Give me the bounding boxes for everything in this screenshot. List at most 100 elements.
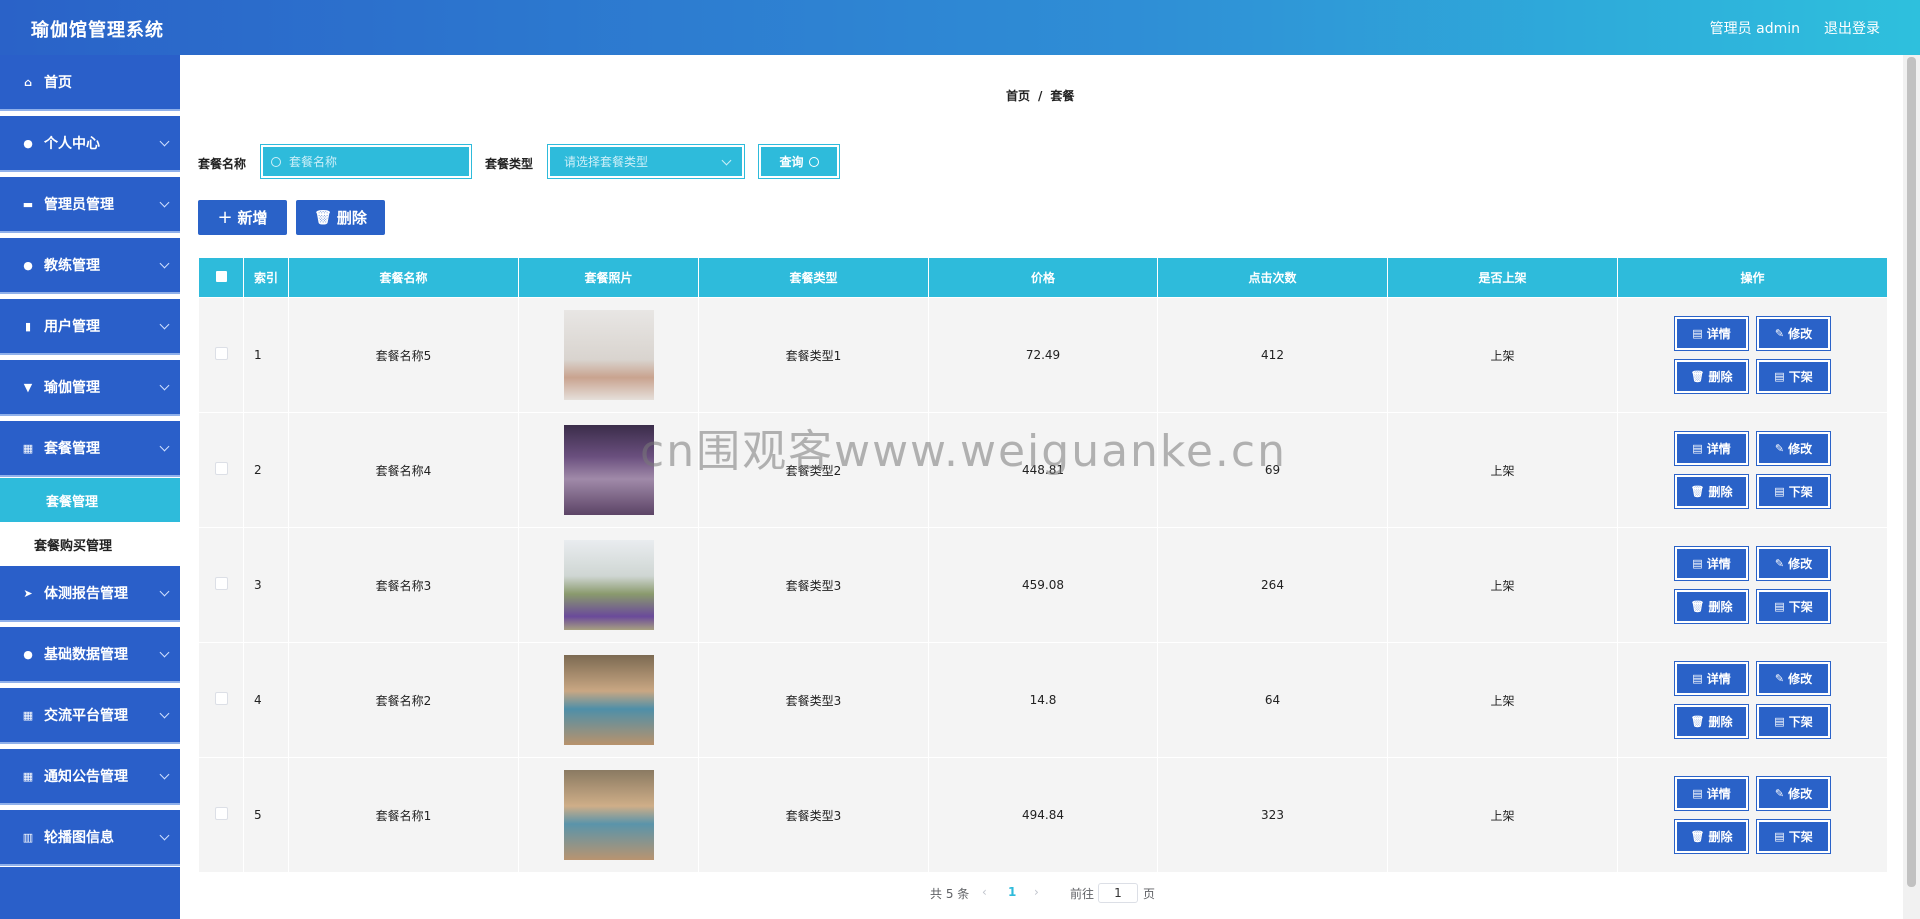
sidebar-item-admins[interactable]: ▬ 管理员管理: [0, 177, 180, 233]
offshelf-button[interactable]: ▤ 下架: [1756, 359, 1831, 394]
document-icon: ▤: [1774, 830, 1785, 843]
offshelf-label: 下架: [1788, 485, 1813, 499]
sidebar-item-carousel[interactable]: ▥ 轮播图信息: [0, 810, 180, 866]
edit-label: 修改: [1788, 787, 1813, 801]
current-user: 管理员 admin: [1709, 21, 1800, 37]
current-page[interactable]: 1: [1008, 885, 1016, 899]
row-checkbox[interactable]: [214, 577, 228, 590]
column-header: 操作: [1617, 257, 1888, 298]
select-all-checkbox[interactable]: [215, 270, 227, 282]
sidebar-item-label: 瑜伽管理: [44, 380, 100, 396]
grid-icon: ▦: [22, 708, 34, 722]
batch-delete-button[interactable]: 🗑 删除: [296, 200, 385, 235]
delete-button[interactable]: 🗑 删除: [1674, 704, 1749, 739]
document-icon: ▤: [1692, 327, 1703, 340]
submenu-package-purchase[interactable]: 套餐购买管理: [0, 522, 180, 566]
submenu-package-manage[interactable]: 套餐管理: [0, 478, 180, 522]
detail-button[interactable]: ▤ 详情: [1674, 546, 1749, 581]
scrollbar-thumb[interactable]: [1907, 57, 1916, 887]
breadcrumb-current: 套餐: [1050, 89, 1075, 103]
query-button[interactable]: 查询: [758, 144, 840, 179]
row-price: 459.08: [928, 527, 1158, 643]
pencil-icon: ✎: [1774, 442, 1785, 455]
next-page-icon[interactable]: ›: [1034, 885, 1039, 899]
row-checkbox-cell[interactable]: [198, 297, 244, 413]
delete-button[interactable]: 🗑 删除: [1674, 819, 1749, 854]
plus-icon: +: [217, 207, 233, 228]
logout-link[interactable]: 退出登录: [1824, 18, 1880, 38]
package-type-select[interactable]: 请选择套餐类型: [547, 144, 745, 179]
row-checkbox[interactable]: [214, 462, 228, 475]
chevron-down-icon: [159, 769, 170, 780]
sidebar-item-basedata[interactable]: ● 基础数据管理: [0, 627, 180, 683]
package-name-input[interactable]: 套餐名称: [260, 144, 472, 179]
row-checkbox-cell[interactable]: [198, 757, 244, 873]
sidebar-item-coaches[interactable]: ● 教练管理: [0, 238, 180, 294]
edit-button[interactable]: ✎ 修改: [1756, 431, 1831, 466]
breadcrumb-home[interactable]: 首页: [1006, 89, 1030, 103]
offshelf-label: 下架: [1788, 715, 1813, 729]
detail-label: 详情: [1706, 557, 1731, 571]
offshelf-button[interactable]: ▤ 下架: [1756, 704, 1831, 739]
row-price: 14.8: [928, 642, 1158, 758]
sidebar-item-profile[interactable]: ● 个人中心: [0, 116, 180, 172]
sidebar-item-label: 交流平台管理: [44, 708, 128, 724]
detail-button[interactable]: ▤ 详情: [1674, 776, 1749, 811]
package-table: 索引 套餐名称 套餐照片 套餐类型 价格 点击次数 是否上架 操作 1 套餐名称…: [198, 257, 1888, 873]
row-checkbox-cell[interactable]: [198, 412, 244, 528]
trash-icon: 🗑: [1690, 600, 1705, 613]
row-package-name: 套餐名称1: [288, 757, 519, 873]
select-all-checkbox-cell[interactable]: [198, 257, 244, 298]
user-icon: ●: [23, 136, 33, 150]
sidebar-item-packages[interactable]: ▦ 套餐管理: [0, 421, 180, 477]
home-icon: ⌂: [24, 75, 32, 89]
table-row: 1 套餐名称5 套餐类型1 72.49 412 上架 ▤ 详情 ✎ 修改 🗑 删除 ▤…: [198, 297, 1888, 413]
page-jump-input[interactable]: 1: [1098, 883, 1138, 903]
package-type-label: 套餐类型: [485, 157, 534, 171]
edit-label: 修改: [1788, 442, 1813, 456]
row-checkbox[interactable]: [214, 347, 228, 360]
sidebar-item-notices[interactable]: ▦ 通知公告管理: [0, 749, 180, 805]
prev-page-icon[interactable]: ‹: [982, 885, 987, 899]
sidebar-item-reports[interactable]: ➤ 体测报告管理: [0, 566, 180, 622]
sidebar-item-users[interactable]: ▮ 用户管理: [0, 299, 180, 355]
detail-button[interactable]: ▤ 详情: [1674, 661, 1749, 696]
row-index: 3: [243, 527, 289, 643]
edit-button[interactable]: ✎ 修改: [1756, 546, 1831, 581]
search-icon: [808, 156, 819, 167]
delete-button[interactable]: 🗑 删除: [1674, 589, 1749, 624]
add-button[interactable]: + 新增: [198, 200, 287, 235]
offshelf-button[interactable]: ▤ 下架: [1756, 474, 1831, 509]
row-checkbox-cell[interactable]: [198, 527, 244, 643]
sidebar-item-label: 管理员管理: [44, 197, 114, 213]
detail-button[interactable]: ▤ 详情: [1674, 316, 1749, 351]
sidebar-item-home[interactable]: ⌂ 首页: [0, 55, 180, 111]
table-row: 5 套餐名称1 套餐类型3 494.84 323 上架 ▤ 详情 ✎ 修改 🗑 删除 …: [198, 757, 1888, 873]
goto-label: 前往: [1070, 887, 1095, 901]
send-icon: ➤: [23, 586, 33, 600]
edit-button[interactable]: ✎ 修改: [1756, 661, 1831, 696]
vertical-scrollbar[interactable]: [1903, 55, 1920, 919]
pin-icon: ●: [23, 647, 33, 661]
edit-button[interactable]: ✎ 修改: [1756, 776, 1831, 811]
package-name-label: 套餐名称: [198, 157, 247, 171]
row-checkbox[interactable]: [214, 807, 228, 820]
edit-button[interactable]: ✎ 修改: [1756, 316, 1831, 351]
row-actions-cell: ▤ 详情 ✎ 修改 🗑 删除 ▤ 下架: [1617, 642, 1888, 758]
chevron-down-icon: [159, 136, 170, 147]
delete-button[interactable]: 🗑 删除: [1674, 359, 1749, 394]
row-package-type: 套餐类型3: [698, 527, 929, 643]
row-checkbox-cell[interactable]: [198, 642, 244, 758]
monitor-icon: ▬: [22, 197, 34, 211]
query-label: 查询: [779, 155, 804, 169]
detail-button[interactable]: ▤ 详情: [1674, 431, 1749, 466]
sidebar-item-yoga[interactable]: ▼ 瑜伽管理: [0, 360, 180, 416]
row-status: 上架: [1387, 297, 1618, 413]
offshelf-button[interactable]: ▤ 下架: [1756, 589, 1831, 624]
edit-label: 修改: [1788, 557, 1813, 571]
sidebar-item-forum[interactable]: ▦ 交流平台管理: [0, 688, 180, 744]
offshelf-button[interactable]: ▤ 下架: [1756, 819, 1831, 854]
row-checkbox[interactable]: [214, 692, 228, 705]
row-price: 72.49: [928, 297, 1158, 413]
delete-button[interactable]: 🗑 删除: [1674, 474, 1749, 509]
